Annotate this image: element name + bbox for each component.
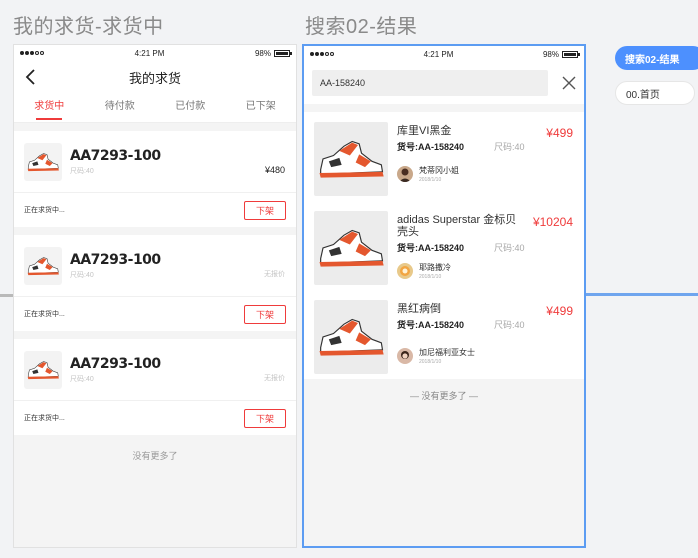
product-price: ¥499	[546, 126, 573, 140]
search-input[interactable]: AA-158240	[312, 70, 548, 96]
status-bar: 4:21 PM 98%	[14, 45, 296, 61]
product-code: AA7293-100	[70, 147, 161, 164]
signal-icon	[310, 52, 334, 56]
product-size: 尺码:40	[70, 167, 94, 175]
result-item[interactable]: 黑红病倒 货号:AA-158240 尺码:40 加尼福利亚女士 2018/1/1…	[304, 290, 584, 379]
artboard-title-my-requests: 我的求货-求货中	[13, 16, 164, 38]
seller-date: 2018/1/10	[419, 274, 442, 280]
flow-connector-left	[0, 294, 14, 297]
side-nav-current-page[interactable]: 搜索02-结果	[615, 46, 698, 70]
product-name: 黑红病倒	[397, 303, 441, 315]
product-size: 尺码:40	[494, 243, 525, 253]
request-status: 正在求货中...	[24, 415, 65, 422]
seller-date: 2018/1/10	[419, 359, 442, 365]
no-more-text: 没有更多了	[132, 451, 178, 461]
sneaker-image	[314, 300, 388, 374]
status-time: 4:21 PM	[423, 49, 454, 59]
product-code: AA7293-100	[70, 251, 161, 268]
request-status: 正在求货中...	[24, 311, 65, 318]
delist-button[interactable]: 下架	[244, 408, 286, 428]
phone-my-requests: 4:21 PM 98% 我的求货 求货中 待付款 已付款 已下架 AA7293-…	[13, 44, 297, 548]
product-price: ¥10204	[532, 215, 573, 229]
product-code: 货号:AA-158240	[397, 320, 465, 330]
product-code: AA7293-100	[70, 355, 161, 372]
search-query: AA-158240	[320, 78, 366, 88]
seller-info[interactable]: 加尼福利亚女士 2018/1/10	[397, 347, 574, 365]
result-item[interactable]: adidas Superstar 金标贝壳头 货号:AA-158240 尺码:4…	[304, 201, 584, 290]
product-size: 尺码:40	[70, 271, 94, 279]
sneaker-thumbnail	[24, 142, 62, 181]
product-size: 尺码:40	[494, 320, 525, 330]
seller-date: 2018/1/10	[419, 177, 442, 183]
search-bar: AA-158240	[304, 62, 584, 104]
avatar	[397, 166, 413, 182]
tab-delisted[interactable]: 已下架	[244, 97, 278, 112]
battery-percent: 98%	[254, 48, 271, 58]
battery-icon	[562, 50, 580, 58]
product-name: 库里VI黑金	[397, 125, 452, 137]
product-size: 尺码:40	[494, 142, 525, 152]
tab-bar: 求货中 待付款 已付款 已下架	[14, 93, 296, 123]
offer-price: ¥480	[264, 165, 285, 175]
sneaker-thumbnail	[24, 246, 62, 285]
side-nav-home[interactable]: 00.首页	[615, 81, 695, 105]
nav-bar: 我的求货	[14, 61, 296, 93]
seller-info[interactable]: 梵蒂冈小姐 2018/1/10	[397, 165, 574, 183]
offer-price: 无报价	[264, 375, 285, 382]
seller-name: 梵蒂冈小姐	[419, 166, 459, 175]
sneaker-image	[314, 211, 388, 285]
sneaker-thumbnail	[24, 350, 62, 389]
status-bar: 4:21 PM 98%	[304, 46, 584, 62]
product-size: 尺码:40	[70, 375, 94, 383]
product-name: adidas Superstar 金标贝壳头	[397, 214, 517, 238]
sneaker-image	[314, 122, 388, 196]
back-arrow-icon[interactable]	[24, 68, 40, 86]
result-list: 库里VI黑金 货号:AA-158240 尺码:40 梵蒂冈小姐 2018/1/1…	[304, 112, 584, 379]
product-price: ¥499	[546, 304, 573, 318]
product-code: 货号:AA-158240	[397, 142, 465, 152]
delist-button[interactable]: 下架	[244, 304, 286, 324]
page-title: 我的求货	[128, 70, 181, 86]
no-more-text: — 没有更多了 —	[409, 391, 478, 401]
seller-name: 加尼福利亚女士	[419, 348, 475, 357]
offer-price: 无报价	[264, 271, 285, 278]
request-status: 正在求货中...	[24, 207, 65, 214]
tab-pending-payment[interactable]: 待付款	[103, 97, 137, 112]
product-code: 货号:AA-158240	[397, 243, 465, 253]
avatar	[397, 348, 413, 364]
phone-search-results: 4:21 PM 98% AA-158240 库里VI黑金 货号:AA-15824…	[302, 44, 586, 548]
result-item[interactable]: 库里VI黑金 货号:AA-158240 尺码:40 梵蒂冈小姐 2018/1/1…	[304, 112, 584, 201]
close-icon[interactable]	[548, 70, 576, 96]
seller-info[interactable]: 耶路撒冷 2018/1/10	[397, 262, 574, 280]
avatar	[397, 263, 413, 279]
flow-connector-right	[586, 293, 698, 296]
request-card[interactable]: AA7293-100 尺码:40 ¥480 正在求货中... 下架	[14, 131, 296, 227]
request-card[interactable]: AA7293-100 尺码:40 无报价 正在求货中... 下架	[14, 235, 296, 331]
delist-button[interactable]: 下架	[244, 200, 286, 220]
seller-name: 耶路撒冷	[419, 263, 451, 272]
tab-requesting[interactable]: 求货中	[32, 97, 66, 120]
status-time: 4:21 PM	[134, 48, 165, 58]
signal-icon	[20, 51, 44, 55]
artboard-title-search-results: 搜索02-结果	[305, 16, 418, 38]
tab-paid[interactable]: 已付款	[173, 97, 207, 112]
battery-icon	[274, 49, 292, 57]
request-card[interactable]: AA7293-100 尺码:40 无报价 正在求货中... 下架	[14, 339, 296, 435]
battery-percent: 98%	[542, 49, 559, 59]
